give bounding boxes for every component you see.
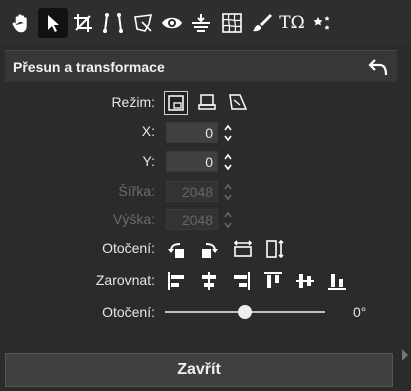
align-center-v-button[interactable] (293, 269, 317, 293)
flip-horizontal-icon (233, 240, 253, 257)
straighten-tool-icon[interactable] (186, 8, 216, 38)
x-label: X: (141, 123, 155, 139)
align-center-h-icon (202, 272, 216, 290)
align-center-v-icon (296, 274, 314, 288)
height-input: 2048 (166, 209, 218, 230)
rotation-buttons-label: Otočení: (102, 240, 155, 256)
align-left-icon (168, 272, 184, 290)
mode-distort-button[interactable] (227, 91, 249, 113)
align-left-button[interactable] (165, 269, 189, 293)
align-bottom-button[interactable] (325, 269, 349, 293)
y-stepper[interactable] (222, 151, 234, 173)
flip-vertical-button[interactable] (263, 237, 287, 261)
warp-tool-icon[interactable] (217, 8, 247, 38)
align-center-h-button[interactable] (197, 269, 221, 293)
mode-scale-button[interactable] (196, 91, 218, 113)
rotation-slider-label: Otočení: (102, 304, 155, 320)
x-stepper[interactable] (222, 122, 234, 144)
text-tool-label: TΩ (279, 13, 305, 33)
flip-vertical-icon (266, 239, 284, 259)
align-bottom-icon (328, 274, 346, 290)
mode-label: Režim: (111, 94, 155, 110)
rotation-value: 0° (353, 304, 367, 320)
panel-header: Přesun a transformace (5, 50, 397, 82)
width-input: 2048 (166, 181, 218, 202)
reset-icon[interactable] (367, 56, 389, 78)
rotate-right-icon (202, 243, 218, 258)
transform-panel: Režim: X: 0 Y: 0 Šířka: 2048 Výška: 2048… (5, 82, 397, 344)
move-mode-icon (168, 95, 184, 111)
panel-title: Přesun a transformace (13, 59, 165, 75)
y-input[interactable]: 0 (166, 151, 218, 172)
mode-move-button[interactable] (164, 91, 188, 115)
effects-tool-icon[interactable] (307, 8, 337, 38)
tool-toolbar: TΩ (0, 0, 411, 46)
rotation-slider-knob[interactable] (238, 305, 252, 319)
y-label: Y: (142, 153, 155, 169)
hand-tool-icon[interactable] (6, 8, 36, 38)
transform-tool-icon[interactable] (128, 8, 158, 38)
text-tool-icon[interactable]: TΩ (277, 8, 307, 38)
perspective-tool-icon[interactable] (98, 8, 128, 38)
flip-horizontal-button[interactable] (231, 237, 255, 261)
crop-tool-icon[interactable] (68, 8, 98, 38)
rotate-left-icon (168, 243, 184, 258)
rotate-left-button[interactable] (165, 237, 189, 261)
height-stepper (224, 211, 232, 229)
distort-mode-icon (229, 94, 248, 110)
close-button[interactable]: Zavřít (5, 353, 393, 387)
select-tool-icon[interactable] (38, 8, 68, 38)
align-top-button[interactable] (261, 269, 285, 293)
redeye-tool-icon[interactable] (157, 8, 187, 38)
expand-arrow-icon[interactable] (401, 348, 409, 362)
width-label: Šířka: (118, 183, 155, 199)
rotate-right-button[interactable] (197, 237, 221, 261)
height-label: Výška: (112, 211, 155, 227)
brush-tool-icon[interactable] (247, 8, 277, 38)
width-stepper (224, 183, 232, 201)
align-right-button[interactable] (229, 269, 253, 293)
x-input[interactable]: 0 (166, 122, 218, 143)
scale-mode-icon (198, 94, 216, 110)
align-label: Zarovnat: (95, 272, 155, 288)
align-right-icon (234, 272, 250, 290)
align-top-icon (264, 272, 282, 288)
